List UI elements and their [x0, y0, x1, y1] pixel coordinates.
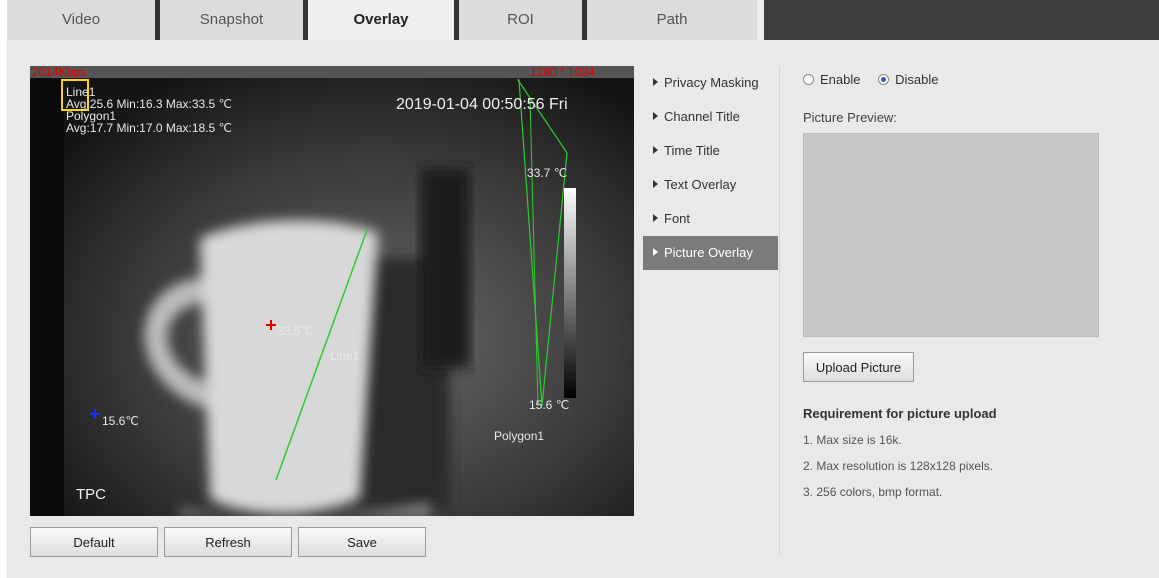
picture-preview-box [803, 133, 1099, 337]
caret-right-icon [653, 112, 658, 120]
section-divider [779, 66, 780, 556]
nav-font[interactable]: Font [643, 202, 778, 236]
overlay-type-menu: Privacy Masking Channel Title Time Title… [643, 66, 778, 270]
hot-spot-temp: 33.5℃ [277, 324, 314, 338]
picture-preview-label: Picture Preview: [803, 110, 897, 125]
tab-snapshot[interactable]: Snapshot [160, 0, 303, 40]
caret-right-icon [653, 214, 658, 222]
polygon-rule-stats: Avg:17.7 Min:17.0 Max:18.5 ℃ [66, 121, 233, 135]
temperature-scale-bar [564, 188, 576, 398]
enable-label: Enable [820, 72, 861, 87]
polygon-rule-label: Polygon1 [494, 429, 545, 443]
nav-privacy-masking[interactable]: Privacy Masking [643, 66, 778, 100]
caret-right-icon [653, 146, 658, 154]
save-button[interactable]: Save [298, 527, 426, 557]
caret-right-icon [653, 248, 658, 256]
scale-max-label: 33.7 ℃ [527, 166, 568, 180]
nav-picture-overlay[interactable]: Picture Overlay [643, 236, 778, 270]
nav-time-title[interactable]: Time Title [643, 134, 778, 168]
cold-spot-temp: 15.6℃ [102, 414, 139, 428]
caret-right-icon [653, 180, 658, 188]
disable-radio[interactable] [878, 74, 890, 85]
scale-min-label: 15.6 ℃ [529, 398, 570, 412]
tab-video[interactable]: Video [7, 0, 155, 40]
requirement-item: 3. 256 colors, bmp format. [803, 485, 943, 499]
line-rule-label: Line1 [330, 349, 360, 363]
bitrate-readout: 2014Kbps [32, 66, 87, 79]
tab-bar: Video Snapshot Overlay ROI Path [7, 0, 1159, 40]
requirement-item: 1. Max size is 16k. [803, 433, 902, 447]
refresh-button[interactable]: Refresh [164, 527, 292, 557]
requirement-item: 2. Max resolution is 128x128 pixels. [803, 459, 994, 473]
enable-radio[interactable] [803, 74, 814, 85]
thermal-scene [30, 78, 634, 516]
tab-overlay[interactable]: Overlay [308, 0, 454, 40]
caret-right-icon [653, 78, 658, 86]
channel-title: TPC [76, 486, 106, 503]
enable-radio-group: Enable Disable [803, 70, 952, 90]
upload-picture-button[interactable]: Upload Picture [803, 352, 914, 382]
requirement-title: Requirement for picture upload [803, 406, 997, 421]
nav-text-overlay[interactable]: Text Overlay [643, 168, 778, 202]
tab-path[interactable]: Path [587, 0, 757, 40]
live-video: 2014Kbps 1280 * 1024 Line1 Avg:25.6 Min:… [30, 66, 634, 516]
nav-channel-title[interactable]: Channel Title [643, 100, 778, 134]
disable-label: Disable [895, 72, 939, 87]
tab-roi[interactable]: ROI [459, 0, 582, 40]
resolution-readout: 1280 * 1024 [530, 66, 595, 79]
tab-bar-filler [764, 0, 1159, 40]
time-title: 2019-01-04 00:50:56 Fri [396, 96, 568, 113]
default-button[interactable]: Default [30, 527, 158, 557]
